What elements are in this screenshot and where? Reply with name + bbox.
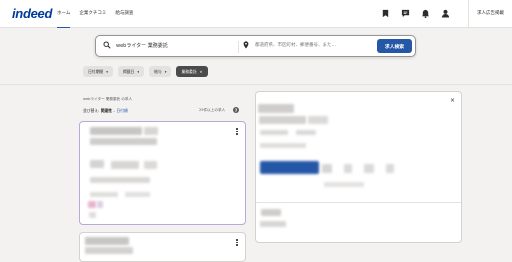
detail-meta-blurred <box>324 182 364 187</box>
company-name-blurred <box>90 160 104 168</box>
job-title-blurred <box>90 138 157 145</box>
filter-bar: 日付期間 ▾ 掲載日 ▾ 給与 ▾ 業務委託 ✕ <box>83 66 208 77</box>
detail-section-blurred <box>260 221 286 227</box>
job-card-selected[interactable] <box>79 121 246 225</box>
results-query-summary: webライター 業務委託 の求人 <box>83 97 133 101</box>
detail-action-blurred <box>364 164 374 173</box>
search-bar: webライター 業務委託 都道府県、市区町村、郵便番号、また… 求人検索 <box>95 35 416 57</box>
user-account-icon[interactable] <box>441 9 450 18</box>
find-jobs-button[interactable]: 求人検索 <box>377 39 412 53</box>
detail-title-blurred <box>258 104 294 113</box>
filter-label: 業務委託 <box>181 68 197 74</box>
filter-date-range[interactable]: 日付期間 ▾ <box>83 66 113 77</box>
job-title-blurred <box>85 247 133 254</box>
results-count: 29件以上の求人 <box>199 108 226 112</box>
nav-company-reviews[interactable]: 企業クチコミ <box>79 0 106 28</box>
detail-action-blurred <box>386 164 394 173</box>
detail-company-blurred <box>260 130 288 135</box>
chevron-down-icon: ▾ <box>137 69 140 74</box>
message-icon[interactable] <box>401 9 410 18</box>
snippet-blurred <box>89 212 96 218</box>
apply-button-blurred[interactable] <box>260 161 319 174</box>
search-icon <box>103 41 111 49</box>
sort-by-date-link[interactable]: 日付順 <box>116 108 127 113</box>
divider <box>0 84 512 85</box>
chevron-down-icon: ▾ <box>164 69 167 74</box>
badge-blurred <box>88 201 96 208</box>
job-card[interactable] <box>79 232 246 262</box>
more-options-icon[interactable] <box>236 128 238 135</box>
filter-job-type-selected[interactable]: 業務委託 ✕ <box>176 66 208 77</box>
filter-label: 日付期間 <box>88 68 104 74</box>
header-icons <box>381 9 450 18</box>
detail-divider <box>256 202 461 203</box>
employer-post-job-link[interactable]: 求人広告掲載 <box>468 0 504 28</box>
detail-title-blurred <box>308 116 328 124</box>
filter-salary[interactable]: 給与 ▾ <box>149 66 172 77</box>
detail-section-blurred <box>261 209 281 216</box>
where-field[interactable]: 都道府県、市区町村、郵便番号、また… <box>242 41 336 49</box>
company-name-blurred <box>144 161 157 169</box>
snippet-blurred <box>125 192 150 197</box>
job-title-blurred <box>144 127 158 135</box>
nav-home[interactable]: ホーム <box>57 0 71 28</box>
company-name-blurred <box>111 161 139 169</box>
sort-relevance: 関連性 <box>100 108 113 113</box>
notification-bell-icon[interactable] <box>421 9 430 18</box>
detail-action-blurred <box>322 164 332 173</box>
indeed-logo[interactable]: indeed <box>12 6 52 21</box>
detail-company-blurred <box>296 130 316 135</box>
close-icon[interactable]: ✕ <box>200 70 203 74</box>
filter-posted-date[interactable]: 掲載日 ▾ <box>117 66 145 77</box>
nav-salary[interactable]: 給与調査 <box>115 0 133 28</box>
job-detail-panel: × <box>255 91 462 243</box>
detail-title-blurred <box>259 116 306 124</box>
what-input[interactable]: webライター 業務委託 <box>116 42 168 49</box>
top-header: indeed ホーム 企業クチコミ 給与調査 求人広告掲載 <box>0 0 512 28</box>
where-input[interactable]: 都道府県、市区町村、郵便番号、また… <box>255 42 336 48</box>
sort-control: 並び替え: 関連性 – 日付順 <box>83 108 128 114</box>
filter-label: 掲載日 <box>122 68 135 74</box>
bookmark-icon[interactable] <box>381 9 390 18</box>
badge-blurred <box>97 201 103 208</box>
search-divider <box>238 41 239 53</box>
location-pin-icon <box>243 41 249 49</box>
filter-label: 給与 <box>154 68 162 74</box>
main-nav: ホーム 企業クチコミ 給与調査 <box>57 0 142 28</box>
more-options-icon[interactable] <box>236 239 238 246</box>
detail-action-blurred <box>344 164 352 173</box>
location-blurred <box>90 177 150 183</box>
what-field[interactable]: webライター 業務委託 <box>103 41 168 49</box>
detail-location-blurred <box>260 143 306 148</box>
job-title-blurred <box>85 237 129 245</box>
chevron-down-icon: ▾ <box>106 69 108 74</box>
snippet-blurred <box>90 192 118 197</box>
sort-prefix: 並び替え: <box>83 108 101 113</box>
job-title-blurred <box>90 127 142 135</box>
close-icon[interactable]: × <box>450 97 455 104</box>
help-icon[interactable]: ? <box>233 107 239 113</box>
